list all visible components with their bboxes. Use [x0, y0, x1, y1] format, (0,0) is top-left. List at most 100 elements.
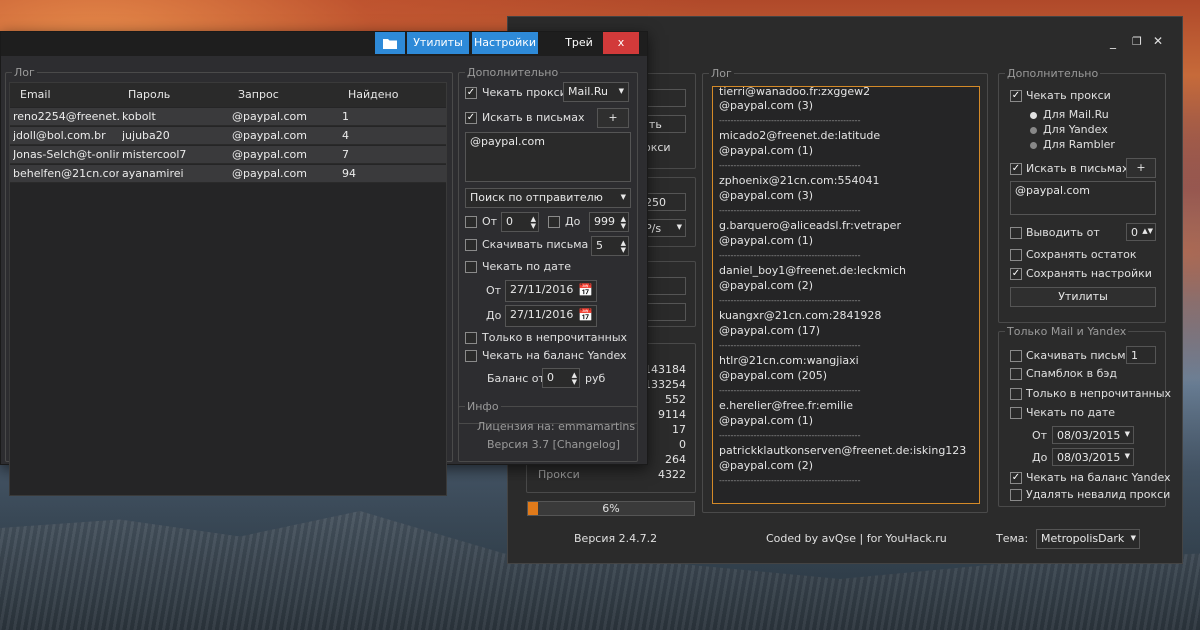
check-proxy-checkbox[interactable]: ✓ [465, 87, 477, 99]
back-utilities-button[interactable]: Утилиты [1010, 287, 1156, 307]
radio-rambler[interactable] [1030, 142, 1037, 149]
only-unread-checkbox[interactable] [465, 332, 477, 344]
range-from-checkbox[interactable] [465, 216, 477, 228]
range-to-value: 999 [594, 215, 615, 228]
close-icon[interactable]: ✕ [1153, 34, 1163, 48]
query-input[interactable]: @paypal.com [465, 132, 631, 182]
header-password[interactable]: Пароль [128, 88, 170, 101]
range-to-checkbox[interactable] [548, 216, 560, 228]
calendar-icon[interactable]: 📅 [578, 308, 593, 322]
download-letters-value: 5 [596, 239, 603, 252]
progress-bar: 6% [527, 501, 695, 516]
progress-text: 6% [602, 502, 620, 515]
log-separator: ----------------------------------------… [719, 161, 861, 170]
table-row[interactable]: jdoll@bol.com.br jujuba20 @paypal.com 4 [10, 127, 446, 145]
back-delete-proxy-checkbox[interactable] [1010, 489, 1022, 501]
yandex-balance-checkbox[interactable] [465, 350, 477, 362]
proxy-select[interactable]: Mail.Ru ▼ [563, 82, 629, 102]
date-to-value: 27/11/2016 [510, 308, 574, 321]
back-add-query-button[interactable]: + [1126, 158, 1156, 178]
back-theme-label: Тема: [996, 532, 1029, 545]
back-date-from-input[interactable]: 08/03/2015 ▼ [1052, 426, 1134, 444]
cell-query: @paypal.com [232, 167, 308, 180]
log-separator: ----------------------------------------… [719, 251, 861, 260]
download-letters-stepper[interactable]: 5 ▲ ▼ [591, 236, 629, 256]
add-query-button[interactable]: + [597, 108, 629, 128]
balance-stepper[interactable]: 0 ▲ ▼ [542, 368, 580, 388]
log-separator: ----------------------------------------… [719, 341, 861, 350]
back-log-list[interactable]: tierri@wanadoo.fr:zxggew2 @paypal.com (3… [712, 86, 980, 504]
log-line: tierri@wanadoo.fr:zxggew2 [719, 86, 871, 98]
cell-found: 1 [342, 110, 349, 123]
table-row[interactable]: behelfen@21cn.com ayanamirei @paypal.com… [10, 165, 446, 183]
cell-query: @paypal.com [232, 148, 308, 161]
back-only-unread-checkbox[interactable] [1010, 388, 1022, 400]
back-search-letters-label: Искать в письмах [1026, 162, 1129, 175]
back-query-input[interactable]: @paypal.com [1010, 181, 1156, 215]
search-letters-checkbox[interactable]: ✓ [465, 112, 477, 124]
radio-yandex[interactable] [1030, 127, 1037, 134]
chevron-down-icon: ▼ [676, 223, 682, 231]
back-output-value: 0 [1131, 226, 1138, 239]
chevron-down-icon: ▼ [620, 193, 626, 201]
check-date-checkbox[interactable] [465, 261, 477, 273]
back-only-unread-label: Только в непрочитанных [1026, 387, 1172, 400]
log-line: zphoenix@21cn.com:554041 [719, 174, 880, 187]
folder-button[interactable] [375, 32, 405, 54]
back-search-letters-checkbox[interactable]: ✓ [1010, 163, 1022, 175]
version-link[interactable]: Версия 3.7 [Changelog] [487, 438, 620, 451]
results-table[interactable]: Email Пароль Запрос Найдено reno2254@fre… [9, 82, 447, 496]
back-check-date-checkbox[interactable] [1010, 407, 1022, 419]
header-query[interactable]: Запрос [238, 88, 279, 101]
cell-password: ayanamirei [122, 167, 184, 180]
search-mode-select[interactable]: Поиск по отправителю ▼ [465, 188, 631, 208]
log-line: @paypal.com (1) [719, 414, 814, 427]
radio-mailru[interactable] [1030, 112, 1037, 119]
cell-email: behelfen@21cn.com [13, 167, 119, 180]
back-download-stepper[interactable]: 1 [1126, 346, 1156, 364]
log-separator: ----------------------------------------… [719, 116, 861, 125]
log-line: micado2@freenet.de:latitude [719, 129, 881, 142]
cell-query: @paypal.com [232, 110, 308, 123]
front-info-group: Инфо [458, 400, 638, 462]
back-download-letters-label: Скачивать письма [1026, 349, 1133, 362]
table-row[interactable]: Jonas-Selch@t-online mistercool7 @paypal… [10, 146, 446, 164]
cell-found: 94 [342, 167, 356, 180]
back-spam-checkbox[interactable] [1010, 368, 1022, 380]
back-output-from-checkbox[interactable] [1010, 227, 1022, 239]
log-line: htlr@21cn.com:wangjiaxi [719, 354, 859, 367]
back-yandex-balance-checkbox[interactable]: ✓ [1010, 472, 1022, 484]
check-proxy-label: Чекать прокси [482, 86, 567, 99]
utilities-button[interactable]: Утилиты [407, 32, 469, 54]
range-to-stepper[interactable]: 999 ▲ ▼ [589, 212, 629, 232]
cell-query: @paypal.com [232, 129, 308, 142]
restore-icon[interactable]: ❐ [1132, 35, 1142, 48]
back-output-stepper[interactable]: 0 ▲▼ [1126, 223, 1156, 241]
log-separator: ----------------------------------------… [719, 476, 861, 485]
theme-select[interactable]: MetropolisDark ▼ [1036, 529, 1140, 549]
back-save-settings-label: Сохранять настройки [1026, 267, 1152, 280]
back-save-settings-checkbox[interactable]: ✓ [1010, 268, 1022, 280]
minimize-icon[interactable]: _ [1110, 35, 1116, 49]
back-check-proxy-checkbox[interactable]: ✓ [1010, 90, 1022, 102]
back-save-rest-checkbox[interactable] [1010, 249, 1022, 261]
back-download-letters-checkbox[interactable] [1010, 350, 1022, 362]
chevron-down-icon: ▼ [618, 87, 624, 95]
calendar-icon[interactable]: 📅 [578, 283, 593, 297]
range-from-label: От [482, 215, 498, 228]
table-row[interactable]: reno2254@freenet.de kobolt @paypal.com 1 [10, 108, 446, 126]
header-email[interactable]: Email [20, 88, 51, 101]
front-info-title: Инфо [465, 400, 501, 413]
back-date-to-input[interactable]: 08/03/2015 ▼ [1052, 448, 1134, 466]
date-from-input[interactable]: 27/11/2016 📅 [505, 280, 597, 302]
date-to-input[interactable]: 27/11/2016 📅 [505, 305, 597, 327]
chevron-down-icon: ▼ [1124, 452, 1130, 460]
range-from-stepper[interactable]: 0 ▲ ▼ [501, 212, 539, 232]
settings-button[interactable]: Настройки [472, 32, 538, 54]
log-line: @paypal.com (3) [719, 189, 814, 202]
header-found[interactable]: Найдено [348, 88, 398, 101]
date-from-value: 27/11/2016 [510, 283, 574, 296]
download-letters-checkbox[interactable] [465, 239, 477, 251]
close-button[interactable]: x [603, 32, 639, 54]
tray-button[interactable]: Трей [557, 32, 601, 54]
